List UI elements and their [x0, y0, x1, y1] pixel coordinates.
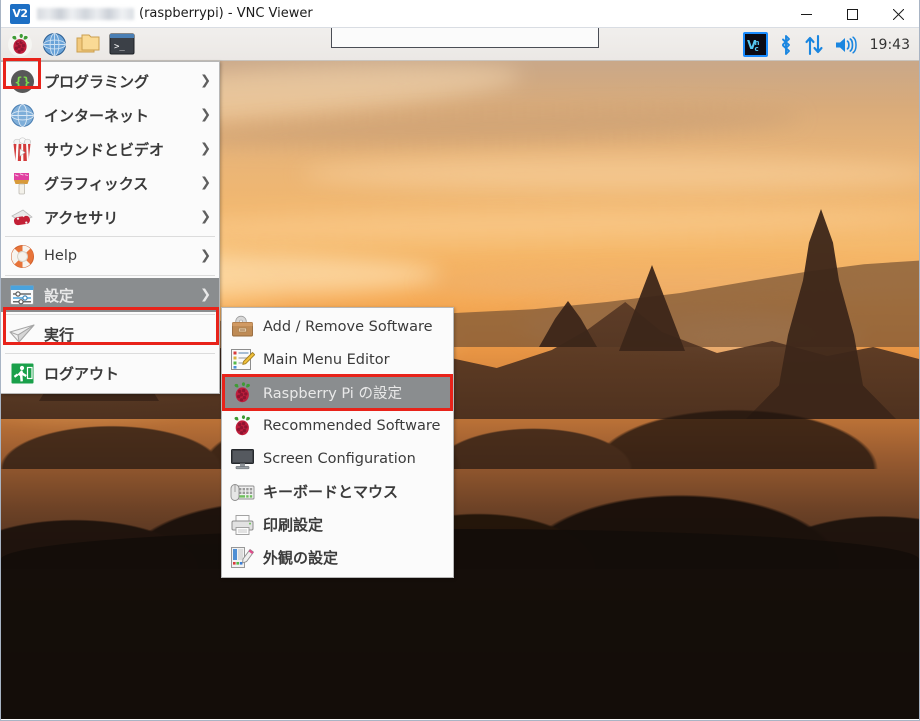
submenu-item-label: Main Menu Editor	[263, 351, 390, 368]
menu-separator	[5, 236, 215, 237]
monitor-icon	[229, 446, 255, 472]
terminal-icon: >_	[109, 33, 135, 55]
menu-separator	[5, 314, 215, 315]
redacted-host-address	[37, 7, 134, 20]
braces-icon: {}	[9, 68, 35, 94]
window-controls	[783, 0, 919, 28]
bluetooth-tray-icon[interactable]	[778, 34, 794, 56]
menu-item-label: グラフィックス	[44, 174, 149, 193]
keyboard-mouse-icon	[229, 479, 255, 505]
taskbar-launchers: >_	[1, 30, 138, 59]
menu-item-label: サウンドとビデオ	[44, 140, 165, 159]
menu-item-label: 設定	[44, 286, 75, 305]
raspberry-pi-icon	[8, 32, 32, 57]
menu-item-run[interactable]: 実行	[1, 317, 219, 351]
submenu-item-label: Screen Configuration	[263, 450, 416, 467]
menu-item-logout[interactable]: ログアウト	[1, 356, 219, 390]
svg-text:{}: {}	[14, 75, 30, 90]
submenu-item-appearance-settings[interactable]: 外観の設定	[222, 541, 453, 574]
raspberry-pi-icon	[229, 413, 255, 439]
file-manager-button[interactable]	[72, 30, 104, 59]
globe-icon	[42, 32, 66, 56]
lifebuoy-icon	[9, 243, 35, 269]
menu-item-internet[interactable]: インターネット ❯	[1, 98, 219, 132]
menu-item-programming[interactable]: {} プログラミング ❯	[1, 64, 219, 98]
application-menu: {} プログラミング ❯ インターネット ❯ サウンドとビデオ ❯ グラフィック…	[1, 61, 220, 394]
vnc-viewer-window: V2 (raspberrypi) - VNC Viewer >_ V n c 1…	[0, 0, 920, 721]
menu-separator	[5, 275, 215, 276]
printer-icon	[229, 512, 255, 538]
submenu-item-label: Recommended Software	[263, 417, 441, 434]
chevron-right-icon: ❯	[200, 107, 211, 123]
menu-edit-icon	[229, 347, 255, 373]
chevron-right-icon: ❯	[200, 209, 211, 225]
system-tray: V n c 19:43	[742, 28, 913, 61]
raspbian-desktop: >_ V n c 19:43 {} プログラミング ❯ インターネット ❯ サウ…	[1, 28, 919, 719]
chevron-right-icon: ❯	[200, 73, 211, 89]
menu-item-label: Help	[44, 248, 78, 264]
chevron-right-icon: ❯	[200, 287, 211, 303]
menu-item-sound-and-video[interactable]: サウンドとビデオ ❯	[1, 132, 219, 166]
volume-tray-icon[interactable]	[834, 35, 858, 55]
menu-separator	[5, 353, 215, 354]
menu-item-label: ログアウト	[44, 364, 120, 383]
submenu-item-recommended-software[interactable]: Recommended Software	[222, 409, 453, 442]
menu-item-help[interactable]: Help ❯	[1, 239, 219, 273]
submenu-item-label: Raspberry Pi の設定	[263, 386, 402, 402]
submenu-item-raspberry-pi-configuration[interactable]: Raspberry Pi の設定	[222, 376, 453, 409]
cloud	[301, 157, 919, 191]
terminal-button[interactable]: >_	[106, 30, 138, 59]
vnc-server-tray-icon[interactable]: V n c	[742, 32, 768, 57]
appearance-palette-icon	[229, 545, 255, 571]
window-title: (raspberrypi) - VNC Viewer	[139, 5, 313, 21]
raspberry-pi-icon	[229, 380, 255, 406]
software-package-icon	[229, 314, 255, 340]
vnc-logo-icon: V2	[10, 3, 30, 24]
chevron-right-icon: ❯	[200, 248, 211, 264]
swiss-knife-icon	[9, 204, 35, 230]
maximize-button[interactable]	[829, 0, 875, 28]
window-titlebar: V2 (raspberrypi) - VNC Viewer	[1, 0, 919, 28]
web-browser-button[interactable]	[38, 30, 70, 59]
submenu-item-keyboard-and-mouse[interactable]: キーボードとマウス	[222, 475, 453, 508]
background-window-outline	[331, 28, 599, 48]
menu-item-label: 実行	[44, 325, 75, 344]
submenu-item-main-menu-editor[interactable]: Main Menu Editor	[222, 343, 453, 376]
popcorn-icon	[9, 136, 35, 162]
folders-icon	[76, 34, 100, 53]
svg-text:c: c	[754, 45, 758, 53]
submenu-item-label: キーボードとマウス	[263, 483, 399, 501]
submenu-item-label: 印刷設定	[263, 516, 324, 534]
taskbar-clock[interactable]: 19:43	[870, 37, 910, 53]
menu-item-accessories[interactable]: アクセサリ ❯	[1, 200, 219, 234]
submenu-item-add-remove-software[interactable]: Add / Remove Software	[222, 310, 453, 343]
submenu-item-label: 外観の設定	[263, 549, 339, 567]
chevron-right-icon: ❯	[200, 141, 211, 157]
exit-run-icon	[9, 360, 35, 386]
submenu-item-label: Add / Remove Software	[263, 318, 433, 335]
menu-item-label: インターネット	[44, 106, 150, 125]
menu-item-graphics[interactable]: グラフィックス ❯	[1, 166, 219, 200]
submenu-item-print-settings[interactable]: 印刷設定	[222, 508, 453, 541]
menu-item-settings[interactable]: 設定 ❯	[1, 278, 219, 312]
minimize-button[interactable]	[783, 0, 829, 28]
paintbrush-icon	[9, 170, 35, 196]
globe-icon	[9, 102, 35, 128]
sliders-icon	[9, 282, 35, 308]
tree-canopy	[1, 529, 919, 719]
submenu-item-screen-configuration[interactable]: Screen Configuration	[222, 442, 453, 475]
svg-text:>_: >_	[114, 42, 125, 52]
cloud	[180, 102, 802, 154]
close-button[interactable]	[875, 0, 919, 28]
raspberry-menu-button[interactable]	[4, 30, 36, 59]
network-tray-icon[interactable]	[804, 34, 824, 56]
paper-plane-icon	[9, 321, 35, 347]
menu-item-label: アクセサリ	[44, 208, 119, 227]
settings-submenu: Add / Remove Software Main Menu Editor R…	[221, 307, 454, 578]
chevron-right-icon: ❯	[200, 175, 211, 191]
menu-item-label: プログラミング	[44, 72, 150, 91]
